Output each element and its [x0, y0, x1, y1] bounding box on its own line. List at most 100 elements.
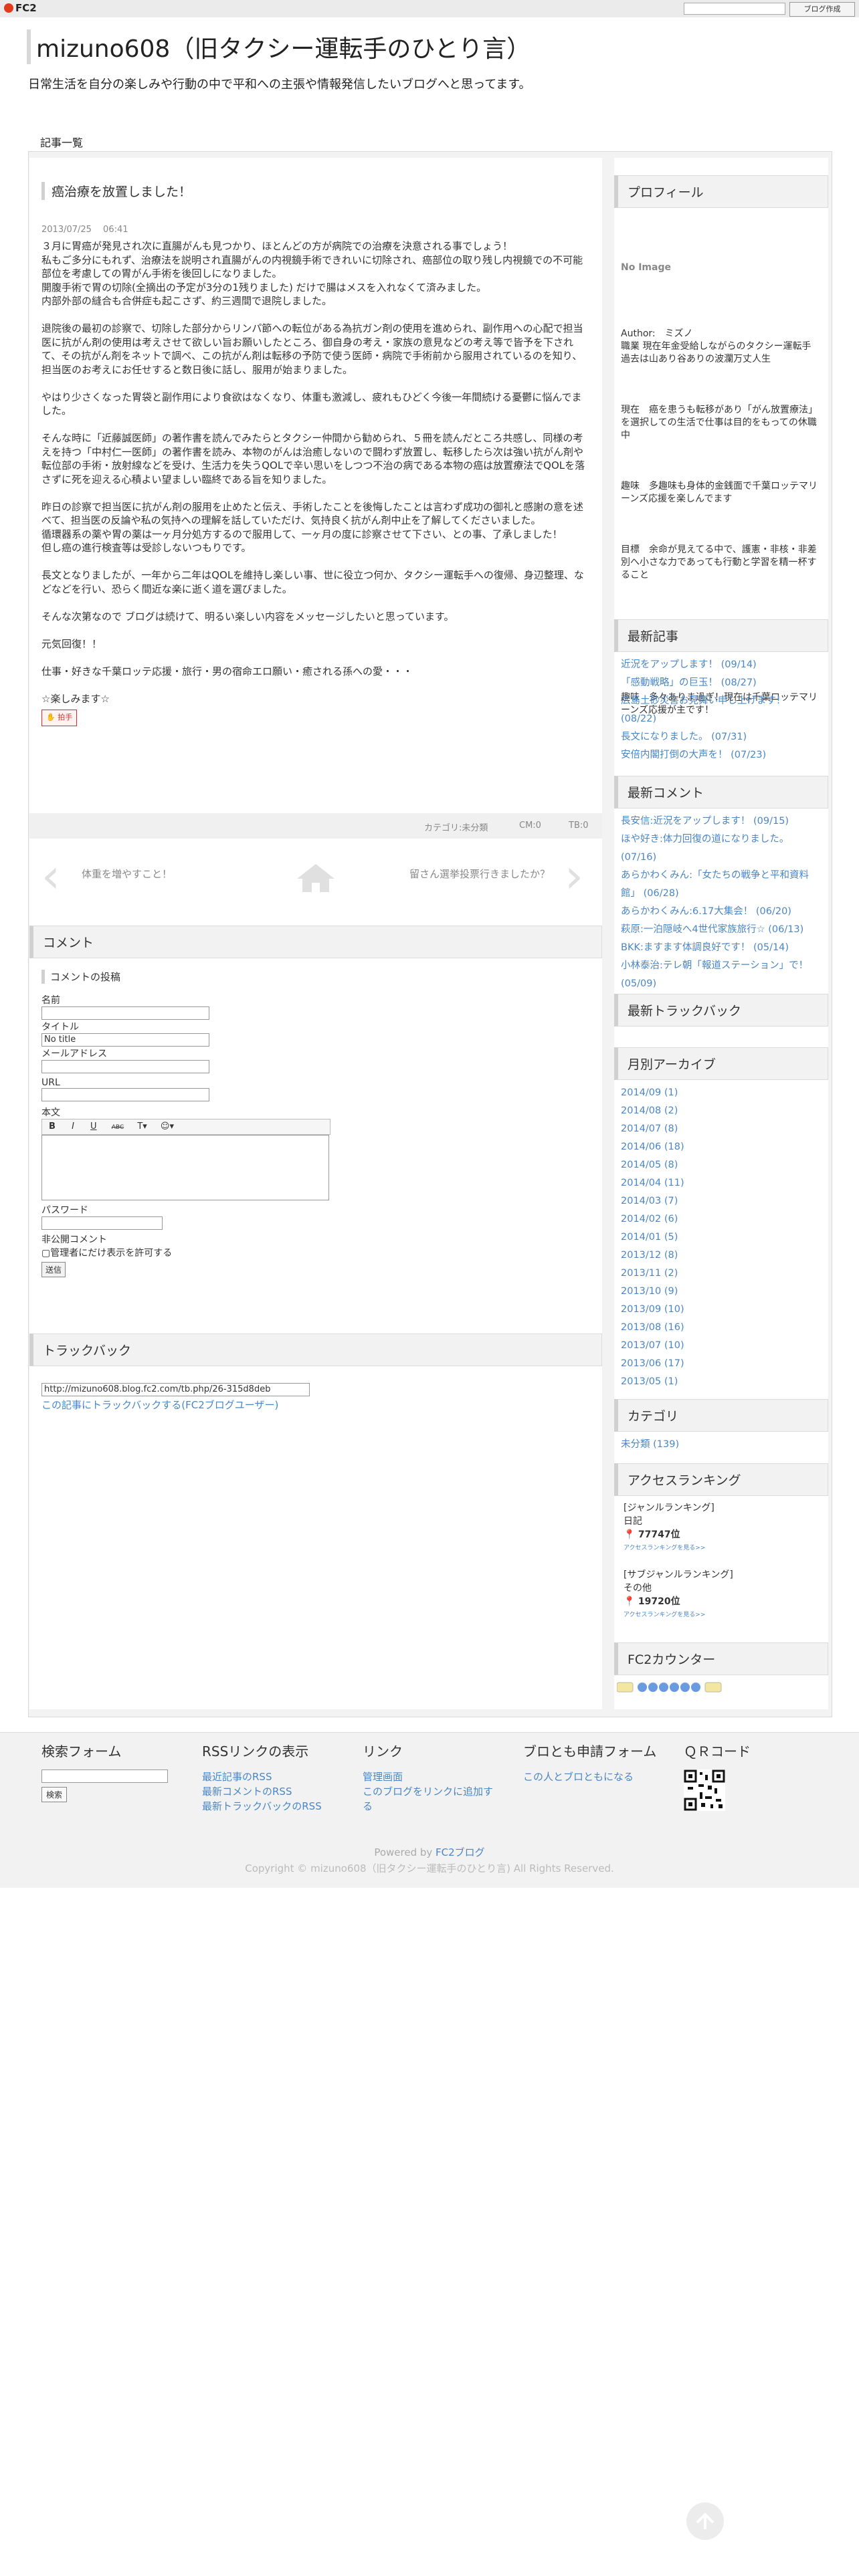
chevron-left-icon[interactable]: ‹ [41, 853, 60, 899]
article-paragraph: やはり少さくなった胃袋と副作用により食欲はなくなり、体重も激減し、疲れもひどく今… [41, 391, 582, 417]
genre-rank[interactable]: 📍 77747位 [624, 1528, 819, 1541]
archive-item[interactable]: 2013/12 (8) [621, 1247, 822, 1265]
blog-header: mizuno608（旧タクシー運転手のひとり言） 日常生活を自分の楽しみや行動の… [0, 17, 859, 156]
footer-search-input[interactable] [41, 1769, 168, 1783]
category-item[interactable]: 未分類 (139) [621, 1436, 822, 1454]
recent-comment-item[interactable]: ほや好き:体力回復の道になりました。 (07/16) [621, 831, 822, 867]
recent-post-item[interactable]: 「感動戦略」の巨玉！ (08/27) [621, 674, 822, 692]
archive-item[interactable]: 2013/08 (16) [621, 1319, 822, 1337]
name-input[interactable] [41, 1006, 209, 1020]
trackback-heading: トラックバック [29, 1333, 602, 1366]
password-input[interactable] [41, 1216, 163, 1230]
blog-title[interactable]: mizuno608（旧タクシー運転手のひとり言） [27, 29, 531, 64]
archive-heading: 月別アーカイブ [614, 1047, 828, 1080]
category-list: 未分類 (139) [614, 1432, 828, 1458]
profile-heading: プロフィール [614, 175, 828, 208]
trackbacks-heading: 最新トラックバック [614, 994, 828, 1027]
next-article-link[interactable]: 留さん選挙投票行きましたか？ [409, 867, 550, 881]
archive-item[interactable]: 2014/05 (8) [621, 1156, 822, 1174]
private-checkbox[interactable]: ▢ [41, 1248, 50, 1259]
chevron-right-icon[interactable]: › [565, 853, 583, 899]
archive-item[interactable]: 2014/08 (2) [621, 1102, 822, 1120]
url-label: URL [41, 1077, 60, 1088]
add-link-link[interactable]: このブログをリンクに追加する [363, 1784, 496, 1814]
pin-icon: 📍 [624, 1596, 636, 1607]
article-paragraph: 仕事・好きな千葉ロッテ応援・旅行・男の宿命エロ願い・癒される孫への愛・・・ [41, 665, 413, 677]
home-icon[interactable] [296, 863, 336, 896]
article-date: 2013/07/25 06:41 [41, 225, 128, 235]
trackback-link[interactable]: この記事にトラックバックする(FC2ブログユーザー) [41, 1398, 310, 1412]
email-input[interactable] [41, 1060, 209, 1073]
article-title[interactable]: 癌治療を放置しました！ [41, 182, 587, 200]
comment-count[interactable]: CM:0 [519, 821, 541, 831]
private-option[interactable]: ▢管理者にだけ表示を許可する [41, 1246, 590, 1259]
archive-item[interactable]: 2013/05 (1) [621, 1373, 822, 1391]
clap-button[interactable]: ✋ 拍手 [41, 710, 78, 726]
archive-item[interactable]: 2014/02 (6) [621, 1210, 822, 1228]
comment-form: コメントの投稿 名前 タイトル No title メールアドレス URL 本文 … [41, 970, 590, 1277]
archive-item[interactable]: 2013/07 (10) [621, 1337, 822, 1355]
recent-post-item[interactable]: 安倍内閣打倒の大声を！ (07/23) [621, 746, 822, 764]
archive-item[interactable]: 2013/09 (10) [621, 1301, 822, 1319]
rss-link[interactable]: 最近記事のRSS [202, 1769, 349, 1784]
sub-rank[interactable]: 📍 19720位 [624, 1595, 819, 1608]
recent-comment-item[interactable]: 萩原:一泊隠岐へ4世代家族旅行☆ (06/13) [621, 921, 822, 939]
footer: 検索フォーム 検索 RSSリンクの表示 最近記事のRSS 最新コメントのRSS … [0, 1732, 859, 1888]
underline-button[interactable]: U [90, 1121, 97, 1132]
fc2-logo[interactable]: FC2 [4, 2, 37, 14]
genre-name: 日記 [624, 1516, 642, 1527]
toolbar-search-input[interactable] [684, 3, 785, 15]
admin-link[interactable]: 管理画面 [363, 1769, 510, 1784]
footer-search-button[interactable]: 検索 [41, 1787, 68, 1802]
ranking-heading: アクセスランキング [614, 1463, 828, 1496]
ranking-more-link[interactable]: アクセスランキングを見る>> [624, 1541, 819, 1555]
font-color-button[interactable]: T▾ [137, 1121, 147, 1132]
recent-comment-item[interactable]: あらかわくみん:6.17大集会！ (06/20) [621, 903, 822, 921]
recent-comment-item[interactable]: あらかわくみん:「女たちの戦争と平和資料館」 (06/28) [621, 867, 822, 903]
title-label: タイトル [41, 1022, 79, 1033]
title-input[interactable]: No title [41, 1033, 209, 1047]
prev-article-link[interactable]: 体重を増やすこと！ [82, 867, 172, 881]
recent-comment-item[interactable]: 長安信:近況をアップします！ (09/15) [621, 813, 822, 831]
strike-button[interactable]: ABC [112, 1124, 124, 1131]
editor-toolbar: B I U ABC T▾ ☺▾ [41, 1119, 330, 1135]
category-link[interactable]: カテゴリ:未分類 [424, 821, 488, 833]
fc2-toolbar: FC2 ブログ作成 [0, 0, 859, 18]
body-label: 本文 [41, 1107, 60, 1118]
friend-link[interactable]: この人とブロともになる [523, 1769, 670, 1784]
archive-item[interactable]: 2014/01 (5) [621, 1228, 822, 1247]
blog-description: 日常生活を自分の楽しみや行動の中で平和への主張や情報発信したいブログへと思ってま… [28, 78, 531, 92]
emoji-button[interactable]: ☺▾ [161, 1121, 174, 1132]
rss-link[interactable]: 最新トラックバックのRSS [202, 1799, 349, 1814]
url-input[interactable] [41, 1088, 209, 1101]
archive-item[interactable]: 2013/06 (17) [621, 1355, 822, 1373]
archive-item[interactable]: 2014/04 (11) [621, 1174, 822, 1192]
archive-item[interactable]: 2013/10 (9) [621, 1283, 822, 1301]
recent-post-item[interactable]: 近況をアップします！ (09/14) [621, 656, 822, 674]
fc2blog-link[interactable]: FC2ブログ [436, 1846, 485, 1858]
submit-comment-button[interactable]: 送信 [41, 1262, 66, 1277]
recent-posts-heading: 最新記事 [614, 619, 828, 652]
email-label: メールアドレス [41, 1049, 107, 1059]
scroll-to-top-button[interactable] [686, 2502, 724, 2540]
create-blog-button[interactable]: ブログ作成 [789, 2, 855, 17]
recent-comment-item[interactable]: BKK:ますます体調良好です！ (05/14) [621, 939, 822, 957]
archive-item[interactable]: 2014/03 (7) [621, 1192, 822, 1210]
rss-link[interactable]: 最新コメントのRSS [202, 1784, 349, 1799]
recent-post-item[interactable]: 長文になりました。 (07/31) [621, 728, 822, 746]
arrow-up-icon [696, 2512, 714, 2529]
trackback-url-input[interactable]: http://mizuno608.blog.fc2.com/tb.php/26-… [41, 1383, 310, 1396]
comment-body-textarea[interactable] [41, 1135, 329, 1200]
clap-label: 拍手 [58, 713, 73, 722]
ranking-box: アクセスランキング [ジャンルランキング] 日記 📍 77747位 アクセスラン… [614, 1463, 828, 1627]
ranking-more-link[interactable]: アクセスランキングを見る>> [624, 1608, 819, 1622]
recent-post-item[interactable]: 広島土砂災害お見舞い申し上げます！ (08/22) [621, 692, 822, 728]
archive-item[interactable]: 2014/09 (1) [621, 1084, 822, 1102]
archive-item[interactable]: 2013/11 (2) [621, 1265, 822, 1283]
bold-button[interactable]: B [49, 1121, 56, 1132]
archive-item[interactable]: 2014/07 (8) [621, 1120, 822, 1138]
trackback-count[interactable]: TB:0 [569, 821, 589, 831]
archive-item[interactable]: 2014/06 (18) [621, 1138, 822, 1156]
recent-comment-item[interactable]: 小林泰治:テレ朝「報道ステーション」で！ (05/09) [621, 957, 822, 993]
italic-button[interactable]: I [72, 1121, 74, 1132]
